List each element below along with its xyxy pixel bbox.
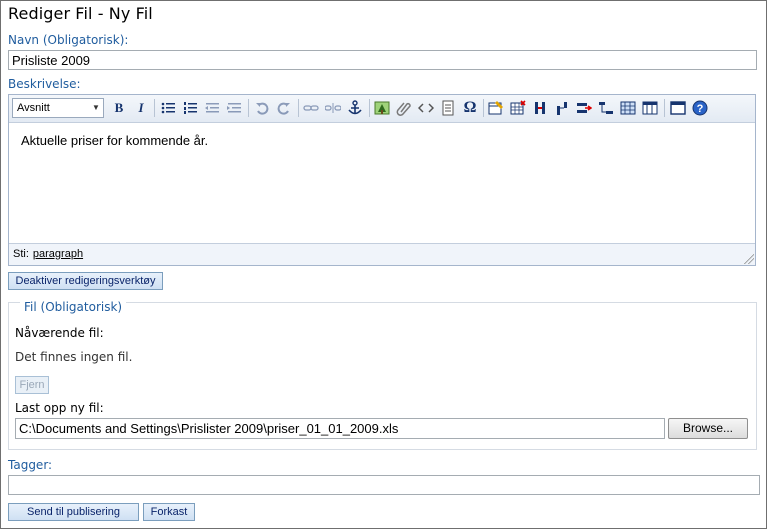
insert-image-button[interactable] [372, 98, 392, 118]
bold-button[interactable]: B [109, 98, 129, 118]
toolbar-separator [154, 99, 155, 117]
help-button[interactable]: ? [690, 98, 710, 118]
tags-label: Tagger: [8, 458, 53, 472]
row-insert-icon [577, 103, 592, 113]
undo-icon [256, 102, 269, 115]
format-select-value: Avsnitt [17, 102, 50, 114]
chevron-down-icon: ▼ [92, 103, 100, 112]
path-paragraph-link[interactable]: paragraph [33, 248, 83, 260]
current-file-label: Nåværende fil: [15, 326, 104, 340]
fullscreen-button[interactable] [668, 98, 688, 118]
attach-file-button[interactable] [394, 98, 414, 118]
editor-path-bar: Sti: paragraph [9, 244, 755, 265]
undo-button[interactable] [252, 98, 272, 118]
redo-button[interactable] [274, 98, 294, 118]
name-label: Navn (Obligatorisk): [8, 33, 129, 47]
indent-button[interactable] [224, 98, 244, 118]
link-icon [303, 105, 319, 111]
insert-link-button[interactable] [301, 98, 321, 118]
table-split-icon [642, 101, 658, 115]
row-delete-icon [599, 102, 613, 114]
html-source-button[interactable] [416, 98, 436, 118]
rich-text-editor: Avsnitt ▼ B I Ω ? Aktuelle priser for ko… [8, 94, 756, 266]
editor-content-area[interactable]: Aktuelle priser for kommende år. [9, 123, 755, 244]
special-char-button[interactable]: Ω [460, 98, 480, 118]
merge-cells-button[interactable] [618, 98, 638, 118]
italic-button[interactable]: I [131, 98, 151, 118]
window-icon [670, 101, 686, 115]
unlink-button[interactable] [323, 98, 343, 118]
svg-text:?: ? [697, 103, 704, 115]
submit-for-publishing-button[interactable]: Send til publisering [8, 503, 139, 521]
column-delete-icon [557, 102, 567, 115]
numbered-list-button[interactable] [180, 98, 200, 118]
upload-label: Last opp ny fil: [15, 401, 104, 415]
file-path-input[interactable]: C:\Documents and Settings\Prislister 200… [15, 418, 665, 439]
image-icon [374, 101, 390, 115]
editor-content-text: Aktuelle priser for kommende år. [21, 133, 209, 148]
delete-column-button[interactable] [552, 98, 572, 118]
editor-toolbar: Avsnitt ▼ B I Ω ? [9, 95, 755, 123]
insert-table-button[interactable] [486, 98, 506, 118]
remove-file-button[interactable]: Fjern [15, 376, 49, 394]
toolbar-separator [369, 99, 370, 117]
anchor-button[interactable] [345, 98, 365, 118]
bullet-list-button[interactable] [158, 98, 178, 118]
code-icon [418, 103, 434, 113]
grid-icon [620, 101, 636, 115]
anchor-icon [348, 100, 362, 115]
resize-grip-icon[interactable] [744, 254, 754, 264]
discard-button[interactable]: Forkast [143, 503, 195, 521]
page-title: Rediger Fil - Ny Fil [8, 4, 153, 23]
tags-input[interactable] [8, 475, 760, 495]
name-input[interactable]: Prisliste 2009 [8, 50, 757, 70]
paperclip-icon [396, 102, 411, 116]
help-icon: ? [692, 100, 708, 116]
path-label: Sti: [13, 248, 29, 260]
unlink-icon [325, 103, 341, 113]
table-edit-icon [488, 101, 503, 115]
bullet-list-icon [161, 102, 175, 114]
document-icon [442, 100, 454, 116]
format-select[interactable]: Avsnitt ▼ [12, 98, 104, 118]
redo-icon [277, 102, 290, 115]
omega-icon: Ω [463, 99, 477, 116]
file-legend: Fil (Obligatorisk) [20, 300, 127, 314]
column-insert-icon [535, 102, 545, 114]
numbered-list-icon [184, 102, 197, 114]
indent-icon [227, 103, 241, 113]
description-label: Beskrivelse: [8, 77, 81, 91]
toolbar-separator [483, 99, 484, 117]
table-props-button[interactable] [508, 98, 528, 118]
toolbar-separator [664, 99, 665, 117]
delete-row-button[interactable] [596, 98, 616, 118]
browse-button[interactable]: Browse... [668, 418, 748, 439]
toggle-editor-button[interactable]: Deaktiver redigeringsverktøy [8, 272, 163, 290]
insert-row-button[interactable] [574, 98, 594, 118]
toolbar-separator [248, 99, 249, 117]
outdent-button[interactable] [202, 98, 222, 118]
split-cells-button[interactable] [640, 98, 660, 118]
toolbar-separator [298, 99, 299, 117]
table-delete-icon [510, 100, 526, 115]
current-file-value: Det finnes ingen fil. [15, 350, 133, 364]
insert-column-button[interactable] [530, 98, 550, 118]
outdent-icon [205, 103, 219, 113]
paste-text-button[interactable] [438, 98, 458, 118]
